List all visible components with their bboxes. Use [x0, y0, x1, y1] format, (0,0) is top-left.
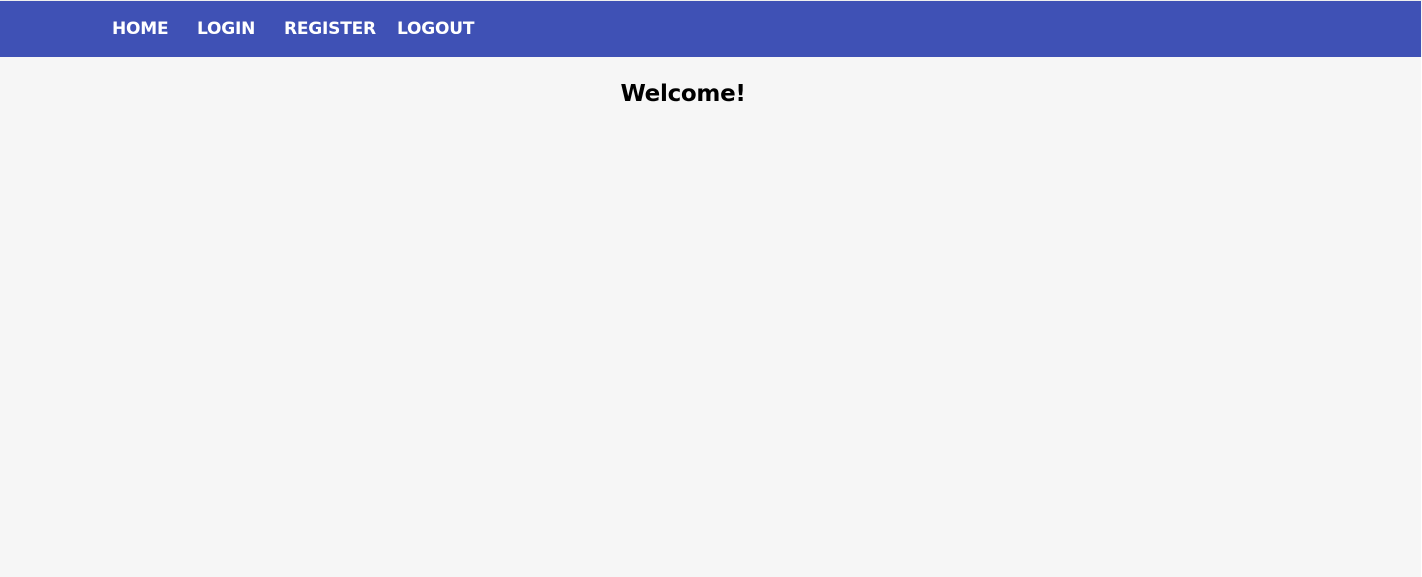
nav-register-link[interactable]: REGISTER	[284, 1, 376, 57]
nav-logout-link[interactable]: LOGOUT	[397, 1, 474, 57]
top-navbar: HOME LOGIN REGISTER LOGOUT	[0, 1, 1421, 57]
welcome-heading: Welcome!	[620, 81, 746, 107]
nav-home-link[interactable]: HOME	[112, 1, 169, 57]
nav-login-link[interactable]: LOGIN	[197, 1, 255, 57]
